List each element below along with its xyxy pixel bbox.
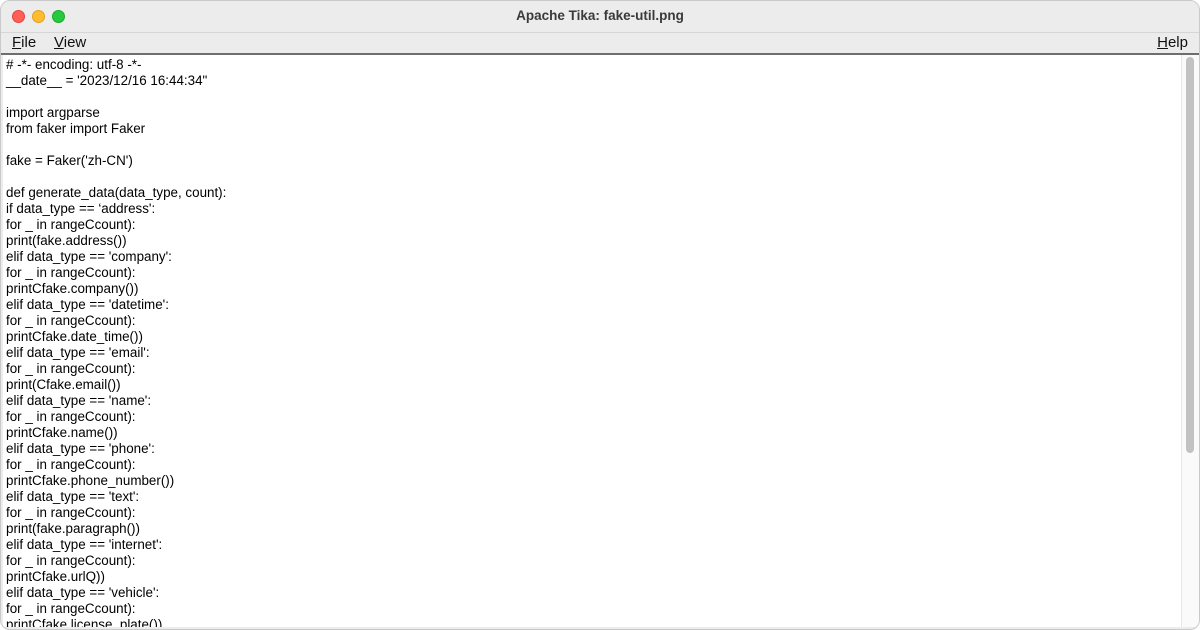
menu-file-label: ile xyxy=(21,34,37,51)
title-bar[interactable]: Apache Tika: fake-util.png xyxy=(1,1,1199,33)
extracted-text[interactable]: # -*- encoding: utf-8 -*- __date__ = '20… xyxy=(3,55,1181,627)
extracted-text-area[interactable]: # -*- encoding: utf-8 -*- __date__ = '20… xyxy=(3,55,1181,627)
menu-bar: File View Help xyxy=(1,33,1199,55)
menu-help-label: elp xyxy=(1167,34,1188,51)
menu-view-label: iew xyxy=(63,34,87,51)
app-window: Apache Tika: fake-util.png File View Hel… xyxy=(0,0,1200,630)
menu-view-mnemonic: V xyxy=(54,34,64,51)
scrollbar-thumb[interactable] xyxy=(1186,57,1194,453)
menu-view[interactable]: View xyxy=(54,33,86,52)
menu-help[interactable]: Help xyxy=(1157,33,1188,52)
menu-help-mnemonic: H xyxy=(1157,34,1168,51)
vertical-scrollbar[interactable] xyxy=(1181,55,1199,627)
window-title: Apache Tika: fake-util.png xyxy=(516,8,684,23)
menu-file[interactable]: File xyxy=(12,33,36,52)
menu-file-mnemonic: F xyxy=(12,34,22,51)
